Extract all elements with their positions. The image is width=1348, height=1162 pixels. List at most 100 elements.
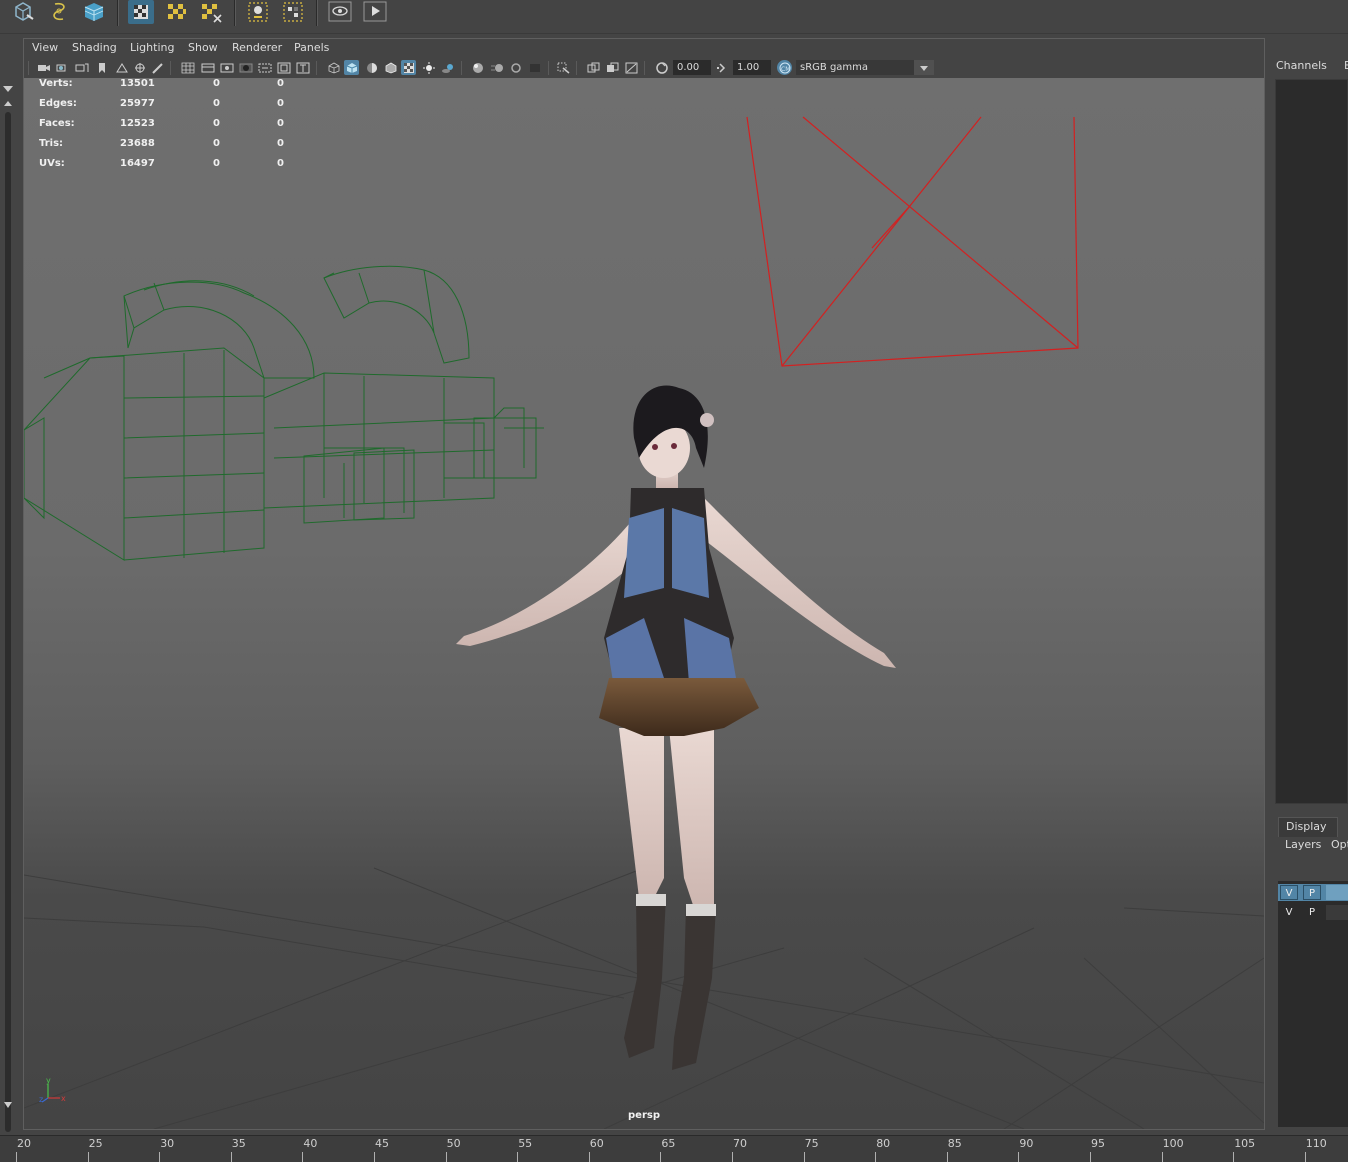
textured-icon[interactable] [401, 60, 416, 75]
hud-other: 0 [277, 138, 284, 149]
shadows-icon[interactable] [440, 60, 455, 75]
tab-channels[interactable]: Channels [1276, 59, 1327, 72]
layer-visible-toggle[interactable]: V [1280, 885, 1298, 900]
depth-of-field-icon[interactable] [527, 60, 542, 75]
camera-attributes-icon[interactable] [55, 60, 70, 75]
layer-playback-toggle[interactable]: P [1303, 905, 1321, 920]
time-tick-label: 90 [1019, 1137, 1034, 1150]
time-tick-label: 50 [446, 1137, 461, 1150]
wireframe-on-shaded-icon[interactable] [383, 60, 398, 75]
tab-edit[interactable]: E [1344, 59, 1348, 72]
color-space-select[interactable]: sRGB gamma [796, 60, 934, 75]
channel-box[interactable] [1275, 79, 1348, 804]
layer-color-swatch[interactable] [1326, 885, 1348, 900]
layer-row[interactable]: V P [1278, 904, 1348, 921]
time-tick-label: 80 [876, 1137, 891, 1150]
gamma-field[interactable]: 1.00 [733, 60, 771, 75]
layer-visible-toggle[interactable]: V [1280, 905, 1298, 920]
menu-layers[interactable]: Layers [1285, 838, 1321, 851]
menu-lighting[interactable]: Lighting [130, 41, 174, 54]
gate-mask-icon[interactable] [238, 60, 253, 75]
time-tick-label: 60 [589, 1137, 604, 1150]
character-model [456, 385, 896, 1070]
time-tick-label: 30 [160, 1137, 175, 1150]
smooth-shade-icon[interactable] [344, 60, 359, 75]
hud-label: Edges: [39, 98, 77, 109]
hud-value: 25977 [120, 98, 155, 109]
lasso-icon[interactable] [46, 0, 72, 24]
hud-row-faces: Faces: 12523 0 0 [39, 118, 319, 132]
xray-joints-icon[interactable] [624, 60, 639, 75]
time-tick-line [302, 1152, 304, 1162]
menu-view[interactable]: View [32, 41, 58, 54]
safe-title-icon[interactable] [295, 60, 310, 75]
time-tick-line [159, 1152, 161, 1162]
scene-render[interactable] [24, 78, 1264, 1129]
film-gate-icon[interactable] [200, 60, 215, 75]
svg-text:CM: CM [781, 66, 790, 73]
isolate-select-icon[interactable] [556, 60, 571, 75]
toolbar-separator [28, 61, 29, 75]
toolbar-separator [316, 61, 317, 75]
menu-shading[interactable]: Shading [72, 41, 117, 54]
toolbar-separator [461, 61, 462, 75]
panel-toolbar: 0.00 1.00 CM sRGB gamma [24, 58, 1264, 78]
layer-playback-toggle[interactable]: P [1303, 885, 1321, 900]
time-tick-label: 105 [1234, 1137, 1256, 1150]
time-tick-line [732, 1152, 733, 1162]
image-plane-icon[interactable] [114, 60, 129, 75]
left-scrollbar[interactable] [5, 112, 11, 1132]
menu-options[interactable]: Opt [1331, 838, 1348, 851]
camera-bookmark-icon[interactable] [74, 60, 89, 75]
xray-icon[interactable] [586, 60, 601, 75]
checker-icon[interactable] [164, 0, 190, 24]
color-management-icon[interactable]: CM [777, 60, 792, 75]
default-material-icon[interactable] [364, 60, 379, 75]
scroll-down-icon[interactable] [2, 1100, 14, 1110]
time-tick-label: 40 [303, 1137, 318, 1150]
hud-row-verts: Verts: 13501 0 0 [39, 78, 319, 92]
pencil-icon[interactable] [150, 60, 165, 75]
bookmark-flag-icon[interactable] [94, 60, 109, 75]
eye-icon[interactable] [327, 0, 353, 24]
exposure-icon[interactable] [654, 60, 669, 75]
layer-color-swatch[interactable] [1326, 905, 1348, 920]
cube-icon[interactable] [81, 0, 107, 24]
time-tick-label: 70 [733, 1137, 747, 1150]
safe-action-icon[interactable] [276, 60, 291, 75]
create-object-icon[interactable] [10, 0, 36, 24]
bookmark-icon[interactable] [245, 0, 271, 24]
grid-select-icon[interactable] [280, 0, 306, 24]
layer-row-selected[interactable]: V P [1278, 884, 1348, 901]
dropdown-arrow-icon[interactable] [2, 84, 14, 94]
motion-blur-icon[interactable] [489, 60, 504, 75]
camera-select-icon[interactable] [36, 60, 51, 75]
gamma-icon[interactable] [714, 60, 729, 75]
chevron-down-icon[interactable] [914, 60, 934, 75]
checker-delete-icon[interactable] [198, 0, 224, 24]
xray-active-icon[interactable] [605, 60, 620, 75]
menu-show[interactable]: Show [188, 41, 218, 54]
hud-selected: 0 [213, 158, 220, 169]
resolution-gate-icon[interactable] [219, 60, 234, 75]
hud-selected: 0 [213, 138, 220, 149]
3d-viewport[interactable]: Verts: 13501 0 0 Edges: 25977 0 0 Faces:… [24, 78, 1264, 1129]
grid-icon[interactable] [180, 60, 195, 75]
menu-panels[interactable]: Panels [294, 41, 329, 54]
play-icon[interactable] [362, 0, 388, 24]
time-tick-label: 45 [375, 1137, 389, 1150]
anti-alias-icon[interactable] [508, 60, 523, 75]
time-tick-line [230, 1152, 232, 1162]
tab-display[interactable]: Display [1286, 820, 1327, 833]
grease-pencil-icon[interactable] [132, 60, 147, 75]
time-tick-label: 25 [88, 1137, 103, 1150]
ambient-occlusion-icon[interactable] [470, 60, 485, 75]
scroll-up-icon[interactable] [2, 98, 14, 108]
lights-icon[interactable] [421, 60, 436, 75]
time-slider[interactable]: 20 25 30 35 40 45 50 55 60 65 70 75 80 85 90 95 100 105 11… [0, 1135, 1348, 1162]
exposure-field[interactable]: 0.00 [673, 60, 711, 75]
wireframe-icon[interactable] [326, 60, 341, 75]
menu-renderer[interactable]: Renderer [232, 41, 282, 54]
checker-select-icon[interactable] [128, 0, 154, 24]
field-chart-icon[interactable] [257, 60, 272, 75]
